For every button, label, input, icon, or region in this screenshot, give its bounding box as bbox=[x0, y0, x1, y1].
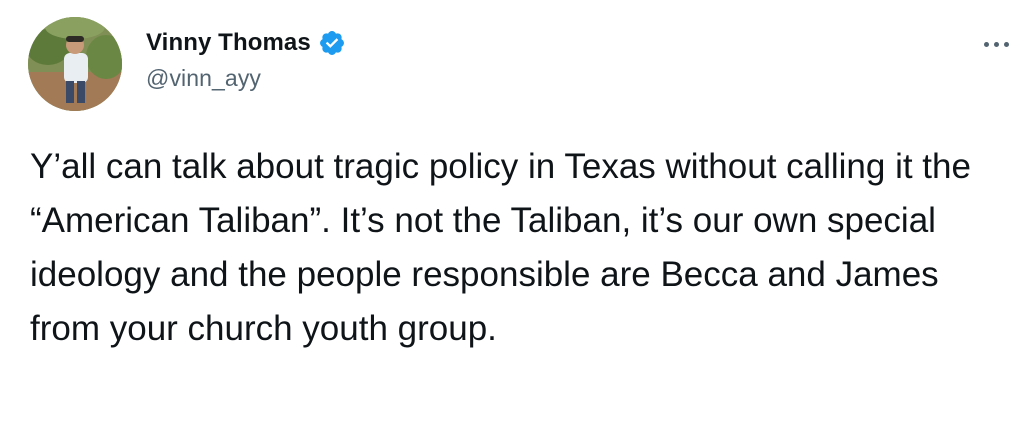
author-display-name[interactable]: Vinny Thomas bbox=[146, 29, 311, 57]
more-options-icon bbox=[993, 41, 999, 47]
tweet-header: Vinny Thomas @vinn_ayy bbox=[146, 26, 346, 92]
avatar-photo-icon bbox=[28, 17, 122, 111]
more-options-icon bbox=[1003, 41, 1009, 47]
author-handle[interactable]: @vinn_ayy bbox=[146, 65, 346, 92]
tweet-card: Vinny Thomas @vinn_ayy Y’all can talk ab… bbox=[0, 0, 1024, 433]
more-options-button[interactable] bbox=[976, 32, 1016, 56]
tweet-text: Y’all can talk about tragic policy in Te… bbox=[30, 147, 971, 348]
name-row: Vinny Thomas bbox=[146, 26, 346, 60]
verified-badge-icon bbox=[318, 29, 346, 57]
avatar[interactable] bbox=[28, 17, 122, 111]
more-options-icon bbox=[983, 41, 989, 47]
